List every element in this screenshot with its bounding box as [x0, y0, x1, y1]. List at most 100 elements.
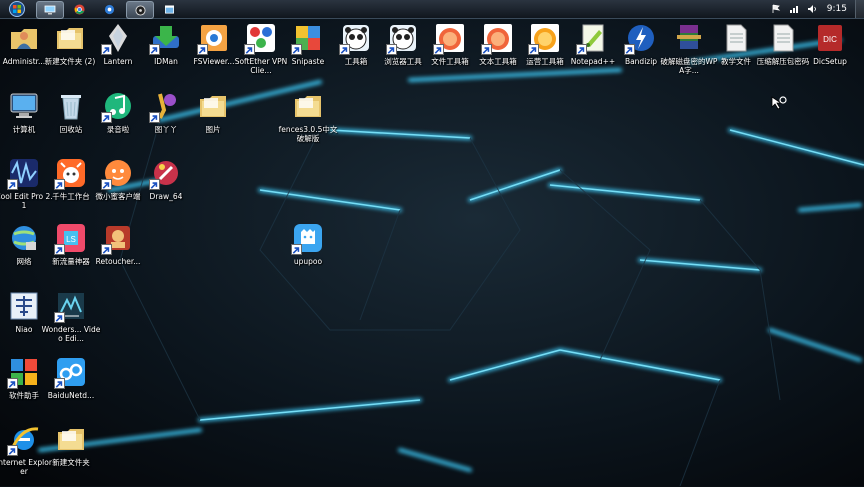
- shortcut-arrow-icon: [197, 44, 208, 55]
- network-globe-icon: [8, 222, 40, 254]
- desktop-icon-idman[interactable]: IDMan: [143, 22, 189, 86]
- desktop-icon-label: upupoo: [293, 257, 323, 266]
- desktop-icon-fences[interactable]: fences3.0.5中文破解版: [279, 90, 337, 154]
- desktop-icon-texttool[interactable]: 文本工具箱: [475, 22, 521, 86]
- desktop-icon-bandizip[interactable]: Bandizip: [618, 22, 664, 86]
- svg-text:DIC: DIC: [823, 35, 837, 44]
- taskbar-button-chrome[interactable]: [66, 1, 92, 17]
- traffic-icon: LS: [54, 222, 87, 255]
- desktop-icon-label: Wonders... Video Edi...: [41, 325, 101, 343]
- show-desktop-button[interactable]: [855, 0, 864, 18]
- folder-icon: [197, 90, 229, 122]
- desktop-icon-label: BaiduNetd...: [47, 391, 95, 400]
- desktop-icon-newfolder2[interactable]: 新建文件夹 (2): [45, 22, 95, 86]
- user-folder-icon: [8, 22, 40, 54]
- desktop-icon-network[interactable]: 网络: [1, 222, 47, 286]
- shortcut-arrow-icon: [54, 378, 65, 389]
- shortcut-arrow-icon: [101, 44, 112, 55]
- taskbar-button-window[interactable]: [156, 1, 182, 17]
- shortcut-arrow-icon: [7, 179, 18, 190]
- desktop-icon-snipaste[interactable]: Snipaste: [285, 22, 331, 86]
- lantern-icon: [101, 22, 134, 55]
- desktop-icon-recorder[interactable]: 录音啦: [95, 90, 141, 154]
- desktop-icon-upupoo[interactable]: upupoo: [285, 222, 331, 286]
- desktop-icon-dicsetup[interactable]: DIC DicSetup: [807, 22, 853, 86]
- shortcut-arrow-icon: [339, 44, 350, 55]
- desktop-icon-newfolder[interactable]: 新建文件夹: [48, 423, 94, 487]
- panda-icon: [386, 22, 419, 55]
- desktop-icon-pictures[interactable]: 图片: [190, 90, 236, 154]
- desktop-icon-retoucher[interactable]: Retoucher...: [95, 222, 141, 286]
- notepad-icon: [576, 22, 609, 55]
- svg-text:LS: LS: [66, 235, 76, 244]
- upupoo-icon: [291, 222, 324, 255]
- desktop-icon-label: 新建文件夹: [52, 458, 90, 467]
- winrar-icon: [673, 22, 705, 54]
- bandizip-icon: [624, 22, 657, 55]
- photo-app-icon: [104, 4, 114, 14]
- window-icon: [164, 4, 174, 14]
- draw-icon: [149, 157, 182, 190]
- tray-volume[interactable]: [806, 3, 818, 15]
- tray-network[interactable]: [788, 3, 800, 15]
- windows-start-icon: [9, 1, 25, 17]
- desktop-icon-weixiaomi[interactable]: 微小蜜客户端: [95, 157, 141, 221]
- desktop-icon-tuyaya[interactable]: 图丫丫: [143, 90, 189, 154]
- desktop-icon-admin[interactable]: Administr...: [1, 22, 47, 86]
- taskbar: 9:15: [0, 0, 864, 19]
- desktop-icon-niao[interactable]: Niao: [1, 290, 47, 354]
- desktop-icon-softether[interactable]: SoftEther VPN Clie...: [235, 22, 287, 86]
- desktop-icon-unzippw[interactable]: 压缩解压包密码: [757, 22, 809, 86]
- shortcut-arrow-icon: [7, 378, 18, 389]
- tray-flag[interactable]: [770, 3, 782, 15]
- taskbar-button-photo[interactable]: [96, 1, 122, 17]
- chrome-icon: [73, 3, 85, 15]
- retoucher-icon: [101, 222, 134, 255]
- weixiaomi-icon: [101, 157, 134, 190]
- shortcut-arrow-icon: [149, 112, 160, 123]
- taskbar-clock[interactable]: 9:15: [827, 4, 847, 14]
- desktop-icon-cooledit[interactable]: Cool Edit Pro 2.1: [0, 157, 53, 221]
- desktop-icon-toolbox[interactable]: 工具箱: [333, 22, 379, 86]
- desktop-icon-draw64[interactable]: Draw_64: [143, 157, 189, 221]
- desktop-icon-computer[interactable]: 计算机: [1, 90, 47, 154]
- desktop-icon-tutorial[interactable]: 教学文件: [713, 22, 759, 86]
- desktop-icon-lantern[interactable]: Lantern: [95, 22, 141, 86]
- desktop-icon-ie[interactable]: Internet Explorer: [0, 423, 52, 487]
- desktop-icon-browsertool[interactable]: 浏览器工具: [380, 22, 426, 86]
- recycle-bin-icon: [55, 90, 87, 122]
- taskbar-button-media[interactable]: [126, 1, 154, 19]
- desktop-icon-fsviewer[interactable]: FSViewer...: [191, 22, 237, 86]
- desktop-icon-wondershare[interactable]: Wonders... Video Edi...: [42, 290, 100, 354]
- network-icon: [789, 6, 798, 13]
- desktop-icon-traffic[interactable]: LS 新流量神器: [48, 222, 94, 286]
- shortcut-arrow-icon: [54, 244, 65, 255]
- grapefruit-icon: [481, 22, 514, 55]
- shortcut-arrow-icon: [291, 44, 302, 55]
- start-button[interactable]: [2, 0, 32, 18]
- flag-icon: [772, 4, 780, 13]
- shortcut-arrow-icon: [528, 44, 539, 55]
- shortcut-arrow-icon: [54, 312, 65, 323]
- folder-icon: [55, 423, 87, 455]
- desktop-icon-notepad[interactable]: Notepad++: [570, 22, 616, 86]
- orange-icon: [528, 22, 561, 55]
- volume-icon: [807, 5, 816, 13]
- document-icon: [767, 22, 799, 54]
- taskbar-button-explorer[interactable]: [36, 1, 64, 19]
- shortcut-arrow-icon: [101, 112, 112, 123]
- desktop-icon-filetool[interactable]: 文件工具箱: [427, 22, 473, 86]
- desktop-icon-label: fences3.0.5中文破解版: [278, 125, 338, 143]
- desktop-icon-label: DicSetup: [813, 57, 847, 66]
- desktop-icon-wpa[interactable]: 破解磁盘密的WPA字...: [661, 22, 717, 86]
- desktop-icon-baidunetdisk[interactable]: BaiduNetd...: [48, 356, 94, 420]
- computer-icon: [8, 90, 40, 122]
- desktop-icon-designtool[interactable]: 运营工具箱: [522, 22, 568, 86]
- desktop-icon-softassist[interactable]: 软件助手: [1, 356, 47, 420]
- shortcut-arrow-icon: [481, 44, 492, 55]
- snipaste-icon: [291, 22, 324, 55]
- shortcut-arrow-icon: [244, 44, 255, 55]
- desktop-icon-recycle[interactable]: 回收站: [48, 90, 94, 154]
- desktop-icon-qianniu[interactable]: 千牛工作台: [48, 157, 94, 221]
- software-assistant-icon: [7, 356, 40, 389]
